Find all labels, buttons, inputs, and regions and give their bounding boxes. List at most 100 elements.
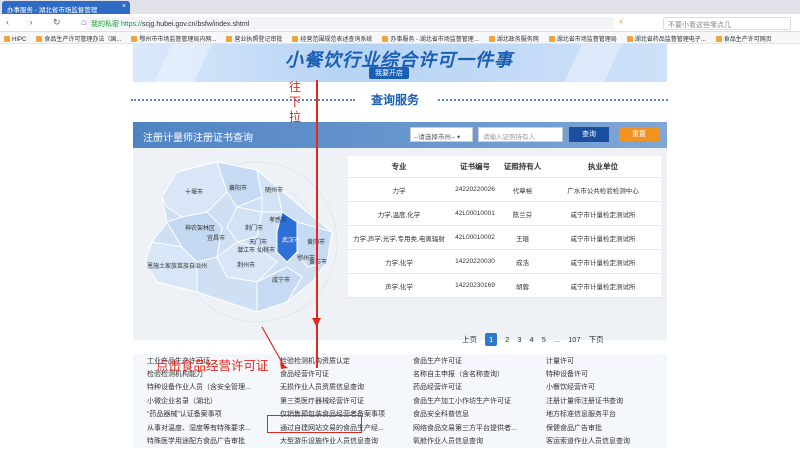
service-link[interactable]: 地方标准信息服务平台 [532, 409, 665, 419]
table-row[interactable]: 声学,化学 14220230169 胡蓉 咸宁市计量检定测试所 [348, 274, 661, 298]
lightning-icon[interactable]: ⚡ [618, 17, 624, 28]
service-link[interactable]: “药品器械”认证备案事项 [133, 409, 266, 419]
pager-page[interactable]: 5 [542, 335, 546, 344]
table-cell: 广水市公共检验检测中心 [567, 187, 639, 195]
table-cell: 陈兰芬 [512, 211, 533, 219]
reset-button[interactable]: 重置 [619, 127, 659, 142]
service-link[interactable]: 大型游乐设施作业人员信息查询 [266, 436, 399, 446]
bookmark-item[interactable]: 办事服务 - 湖北省市场监督管理... [382, 36, 479, 43]
annotation-line [316, 80, 318, 368]
pager-prev-button[interactable]: 上页 [462, 334, 477, 345]
service-link[interactable]: 客运索道作业人员信息查询 [532, 436, 665, 446]
bookmark-item[interactable]: 鄂州市市场监督管理局内网... [131, 36, 217, 43]
map-city-label[interactable]: 荆门市 [245, 224, 263, 232]
table-row[interactable]: 力学 24220220026 代章裕 广水市公共检验检测中心 [348, 178, 661, 202]
service-link[interactable]: 食品生产加工小作坊生产许可证 [399, 396, 532, 406]
bookmark-label: 鄂州市市场监督管理局内网... [139, 37, 217, 43]
service-link[interactable]: 小微企业名录（湖北） [133, 396, 266, 406]
service-link[interactable]: 无损作业人员资质信息查询 [266, 382, 399, 392]
pager-page[interactable]: 2 [505, 335, 509, 344]
bookmark-item[interactable]: 营业执照登记审批 [226, 36, 282, 43]
pager-page[interactable]: 3 [517, 335, 521, 344]
browser-tab[interactable]: 办事服务 - 湖北省市场监督管理 × [2, 1, 130, 14]
annotation-click-text: 点击食品经营许可证 [156, 359, 269, 373]
service-link[interactable]: 名称自主申报（含名称查询） [399, 369, 532, 379]
table-row[interactable]: 力学,温度,化学 42L00010001 陈兰芬 咸宁市计量检定测试所 [348, 202, 661, 226]
bookmark-item[interactable]: 食品生产许可管理办法（国... [36, 36, 121, 43]
table-row[interactable]: 力学,化学 14220220030 成浩 咸宁市计量检定测试所 [348, 250, 661, 274]
pagination: 上页 1 2 3 4 5... 107 下页 [458, 333, 608, 346]
url-field[interactable]: 我的私密 https://scjg.hubei.gov.cn/bsfw/inde… [86, 17, 614, 30]
map-city-label[interactable]: 襄阳市 [229, 184, 247, 192]
map-city-label[interactable]: 武汉市 [282, 236, 300, 244]
table-row[interactable]: 力学,声学,光学,专用类,电离辐射 42L00010002 王琨 咸宁市计量检定测试所 [348, 226, 661, 250]
pager-current-page[interactable]: 1 [485, 333, 498, 346]
bookmark-label: 湖北政务服务网 [496, 37, 539, 43]
holder-input[interactable]: 请输入证照持有人 [478, 127, 563, 142]
annotation-highlight-box [267, 415, 362, 433]
table-cell: 力学 [392, 187, 406, 195]
bookmark-item[interactable]: 食品生产许可网页 [715, 36, 772, 43]
table-cell: 咸宁市计量检定测试所 [570, 259, 636, 267]
bookmark-item[interactable]: 湖北政务服务网 [488, 36, 539, 43]
bookmark-label: 湖北省市场监督管理局 [556, 37, 617, 43]
map-city-label[interactable]: 鄂州市 [297, 254, 315, 262]
bookmark-item[interactable]: 湖北省市场监督管理局 [548, 36, 617, 43]
service-link[interactable]: 食品生产许可证 [399, 356, 532, 366]
close-icon[interactable]: × [122, 3, 126, 10]
url-safe-label: 我的私密 [91, 21, 119, 28]
pager-page[interactable]: 4 [530, 335, 534, 344]
map-city-label[interactable]: 潜江市 [237, 246, 255, 254]
map-city-label[interactable]: 仙桃市 [257, 246, 275, 254]
service-link[interactable]: 药品经营许可证 [399, 382, 532, 392]
city-select[interactable]: --请选择市州-- ▾ [410, 127, 473, 142]
service-link[interactable]: 检验检测机构资质认定 [266, 356, 399, 366]
map-city-label[interactable]: 神农架林区 [185, 224, 215, 232]
map-city-label[interactable]: 孝感市 [269, 216, 287, 224]
map-city-label[interactable]: 十堰市 [185, 188, 203, 196]
pager-next-button[interactable]: 下页 [589, 334, 604, 345]
map-city-label[interactable]: 宜昌市 [207, 234, 225, 242]
map-city-label[interactable]: 天门市 [249, 238, 267, 246]
bookmark-item[interactable]: HIPC [4, 36, 26, 43]
table-cell: 声学,化学 [385, 283, 413, 291]
service-link[interactable]: 第三类医疗器械经营许可证 [266, 396, 399, 406]
service-link[interactable]: 氧舱作业人员信息查询 [399, 436, 532, 446]
banner-decoration [564, 44, 622, 82]
table-cell: 力学,声学,光学,专用类,电离辐射 [353, 235, 445, 243]
banner-subtitle[interactable]: 我要开店 [369, 67, 409, 79]
table-cell: 成浩 [516, 259, 529, 267]
service-link[interactable]: 小餐饮经营许可 [532, 382, 665, 392]
service-link[interactable]: 注册计量师注册证书查询 [532, 396, 665, 406]
service-link[interactable]: 特种设备作业人员（含安全管理... [133, 382, 266, 392]
service-link[interactable]: 计量许可 [532, 356, 665, 366]
bookmark-item[interactable]: 经营范围规范表述查询系统 [292, 36, 372, 43]
service-link[interactable]: 从事对温度、湿度等有特殊要求... [133, 423, 266, 433]
annotation-scroll-text: 往下拉 [288, 80, 301, 124]
table-cell: 力学,温度,化学 [377, 211, 421, 219]
bookmark-item[interactable]: 湖北省药品监督管理电子... [626, 36, 706, 43]
pager-page[interactable]: ... [554, 335, 560, 344]
service-link[interactable]: 网络食品交易第三方平台提供者... [399, 423, 532, 433]
bookmark-icon [488, 36, 495, 42]
links-row: 从事对温度、湿度等有特殊要求... 通过自建网站交易的食品生产经... 网络食品交易… [133, 421, 667, 434]
search-input[interactable]: 不要小看这些零点几 [663, 17, 791, 30]
map-city-label[interactable]: 荆州市 [237, 261, 255, 269]
service-link[interactable]: 特殊医学用途配方食品广告审批 [133, 436, 266, 446]
service-link[interactable]: 特种设备许可 [532, 369, 665, 379]
table-header-cell: 证书编号 [460, 162, 490, 171]
search-placeholder: 不要小看这些零点几 [668, 22, 731, 29]
url-text: scjg.hubei.gov.cn/bsfw/index.shtml [141, 21, 250, 28]
query-button[interactable]: 查询 [569, 127, 609, 142]
map-city-label[interactable]: 随州市 [265, 186, 283, 194]
banner[interactable]: 小餐饮行业综合许可一件事 我要开店 [133, 44, 667, 82]
bookmark-icon [131, 36, 138, 42]
pager-last-page[interactable]: 107 [568, 335, 581, 344]
service-link[interactable]: 保健食品广告审批 [532, 423, 665, 433]
map-city-label[interactable]: 恩施土家族苗族自治州 [147, 262, 207, 270]
map-city-label[interactable]: 咸宁市 [272, 276, 290, 284]
service-link[interactable]: 食品经营许可证 [266, 369, 399, 379]
browser-tab-bar: 办事服务 - 湖北省市场监督管理 × [0, 0, 800, 14]
hubei-map[interactable]: 十堰市襄阳市神农架林区随州市孝感市荆门市宜昌市天门市潜江市仙桃市武汉市黄冈市荆州… [137, 152, 337, 337]
service-link[interactable]: 食品安全科普信息 [399, 409, 532, 419]
